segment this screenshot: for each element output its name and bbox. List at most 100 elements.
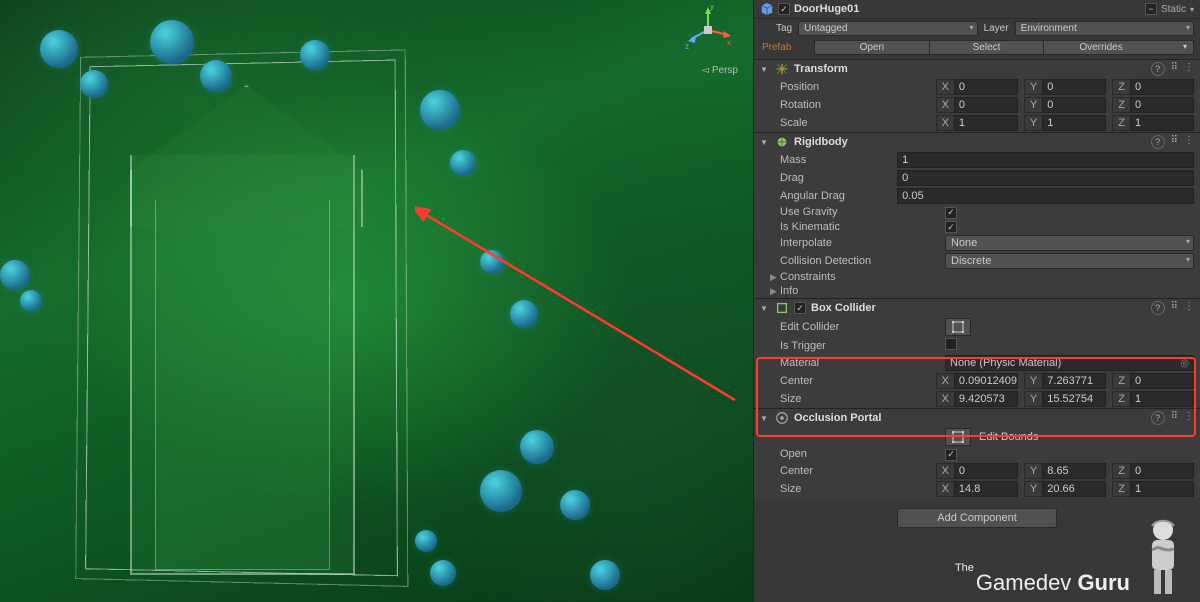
layer-dropdown[interactable]: Environment xyxy=(1015,21,1194,36)
preset-icon[interactable] xyxy=(1171,301,1178,315)
prefab-label: Prefab xyxy=(760,42,814,53)
edit-bounds-label: Edit Bounds xyxy=(979,431,1038,443)
help-icon[interactable] xyxy=(1151,62,1165,76)
scale-x-field[interactable]: 1 xyxy=(954,115,1018,131)
bc-size-z-field[interactable]: 1 xyxy=(1130,391,1194,407)
foliage-blob xyxy=(300,40,330,70)
foldout-icon[interactable]: ▶ xyxy=(770,272,780,283)
foliage-blob xyxy=(450,150,476,176)
op-center-z-field[interactable]: 0 xyxy=(1130,463,1194,479)
scene-view[interactable]: y x z ◅ Persp xyxy=(0,0,753,602)
svg-text:y: y xyxy=(710,5,714,11)
op-center-x-field[interactable]: 0 xyxy=(954,463,1018,479)
help-icon[interactable] xyxy=(1151,135,1165,149)
preset-icon[interactable] xyxy=(1171,135,1178,149)
foliage-blob xyxy=(420,90,460,130)
foldout-icon[interactable]: ▼ xyxy=(760,304,770,313)
object-picker-icon[interactable] xyxy=(1180,357,1189,369)
box-collider-enabled-checkbox[interactable] xyxy=(794,302,806,314)
preset-icon[interactable] xyxy=(1171,62,1178,76)
foliage-blob xyxy=(0,260,30,290)
scale-z-field[interactable]: 1 xyxy=(1130,115,1194,131)
prefab-overrides-dropdown[interactable]: Overrides xyxy=(1044,40,1194,55)
drag-label: Drag xyxy=(780,172,897,184)
drag-field[interactable]: 0 xyxy=(897,170,1194,186)
edit-collider-button[interactable] xyxy=(945,318,971,336)
menu-icon[interactable] xyxy=(1184,411,1194,425)
projection-label[interactable]: ◅ Persp xyxy=(701,65,738,76)
menu-icon[interactable] xyxy=(1184,301,1194,315)
foliage-blob xyxy=(590,560,620,590)
op-center-y-field[interactable]: 8.65 xyxy=(1042,463,1106,479)
bc-center-y-field[interactable]: 7.263771 xyxy=(1042,373,1106,389)
bc-size-y-field[interactable]: 15.52754 xyxy=(1042,391,1106,407)
position-y-field[interactable]: 0 xyxy=(1042,79,1106,95)
rigidbody-component: ▼ Rigidbody Mass1 Drag0 Angular Drag0.05… xyxy=(754,132,1200,298)
is-trigger-label: Is Trigger xyxy=(780,340,945,352)
foliage-blob xyxy=(150,20,194,64)
static-checkbox[interactable]: − xyxy=(1145,3,1157,15)
foldout-icon[interactable]: ▶ xyxy=(770,286,780,297)
occlusion-portal-component: ▼ Occlusion Portal Edit Bounds Open xyxy=(754,408,1200,498)
foliage-blob xyxy=(510,300,538,328)
rotation-y-field[interactable]: 0 xyxy=(1042,97,1106,113)
static-dropdown-icon[interactable]: ▾ xyxy=(1190,5,1194,14)
gameobject-active-checkbox[interactable] xyxy=(778,3,790,15)
foldout-icon[interactable]: ▼ xyxy=(760,65,770,74)
help-icon[interactable] xyxy=(1151,411,1165,425)
op-open-label: Open xyxy=(780,448,945,460)
rigidbody-title: Rigidbody xyxy=(794,136,848,148)
foliage-blob xyxy=(430,560,456,586)
static-label: Static xyxy=(1161,4,1186,15)
is-kinematic-checkbox[interactable] xyxy=(945,221,957,233)
op-size-x-field[interactable]: 14.8 xyxy=(954,481,1018,497)
svg-text:z: z xyxy=(685,42,689,51)
gameobject-name-field[interactable]: DoorHuge01 xyxy=(794,3,859,15)
use-gravity-label: Use Gravity xyxy=(780,206,945,218)
bc-center-x-field[interactable]: 0.09012409 xyxy=(954,373,1018,389)
interpolate-dropdown[interactable]: None xyxy=(945,235,1194,251)
position-z-field[interactable]: 0 xyxy=(1130,79,1194,95)
foliage-blob xyxy=(480,250,504,274)
occlusion-portal-icon xyxy=(775,411,789,425)
op-size-z-field[interactable]: 1 xyxy=(1130,481,1194,497)
bc-center-z-field[interactable]: 0 xyxy=(1130,373,1194,389)
bc-size-label: Size xyxy=(780,393,936,405)
foldout-icon[interactable]: ▼ xyxy=(760,414,770,423)
op-open-checkbox[interactable] xyxy=(945,449,957,461)
rotation-label: Rotation xyxy=(780,99,936,111)
rotation-z-field[interactable]: 0 xyxy=(1130,97,1194,113)
preset-icon[interactable] xyxy=(1171,411,1178,425)
box-collider-component: ▼ Box Collider Edit Collider Is Trigger … xyxy=(754,298,1200,408)
edit-bounds-button[interactable] xyxy=(945,428,971,446)
rotation-x-field[interactable]: 0 xyxy=(954,97,1018,113)
angular-drag-label: Angular Drag xyxy=(780,190,897,202)
angular-drag-field[interactable]: 0.05 xyxy=(897,188,1194,204)
box-collider-icon xyxy=(775,301,789,315)
use-gravity-checkbox[interactable] xyxy=(945,207,957,219)
foldout-icon[interactable]: ▼ xyxy=(760,138,770,147)
scale-y-field[interactable]: 1 xyxy=(1042,115,1106,131)
bc-size-x-field[interactable]: 9.420573 xyxy=(954,391,1018,407)
is-trigger-checkbox[interactable] xyxy=(945,338,957,350)
prefab-open-button[interactable]: Open xyxy=(814,40,930,55)
constraints-label: Constraints xyxy=(780,271,836,283)
foliage-blob xyxy=(560,490,590,520)
menu-icon[interactable] xyxy=(1184,62,1194,76)
collision-detection-dropdown[interactable]: Discrete xyxy=(945,253,1194,269)
watermark-figure-icon xyxy=(1138,516,1188,596)
op-size-y-field[interactable]: 20.66 xyxy=(1042,481,1106,497)
tag-dropdown[interactable]: Untagged xyxy=(798,21,977,36)
foliage-blob xyxy=(20,290,42,312)
layer-label: Layer xyxy=(984,23,1009,34)
prefab-select-button[interactable]: Select xyxy=(930,40,1045,55)
info-label: Info xyxy=(780,285,798,297)
position-x-field[interactable]: 0 xyxy=(954,79,1018,95)
inspector-panel: DoorHuge01 − Static ▾ Tag Untagged Layer… xyxy=(753,0,1200,602)
menu-icon[interactable] xyxy=(1184,135,1194,149)
help-icon[interactable] xyxy=(1151,301,1165,315)
foliage-blob xyxy=(520,430,554,464)
mass-field[interactable]: 1 xyxy=(897,152,1194,168)
gameobject-icon[interactable] xyxy=(760,2,774,16)
material-object-field[interactable]: None (Physic Material) xyxy=(945,355,1194,371)
